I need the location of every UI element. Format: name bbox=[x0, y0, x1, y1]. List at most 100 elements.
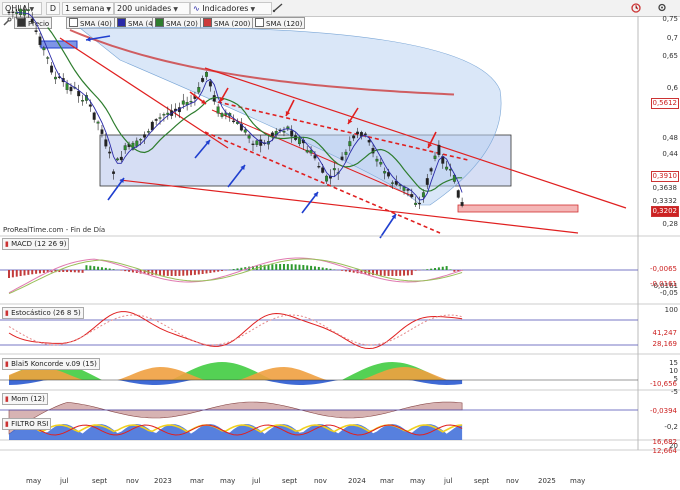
time-axis-label: nov bbox=[126, 477, 139, 485]
candle bbox=[100, 129, 104, 134]
candle bbox=[390, 182, 394, 184]
price-axis-tick: 0,48 bbox=[662, 134, 678, 142]
indicator-panel-label[interactable]: ▮ MACD (12 26 9) bbox=[2, 238, 70, 250]
candle bbox=[290, 130, 294, 137]
candle bbox=[383, 171, 387, 174]
candle bbox=[7, 11, 11, 14]
source-label: ProRealTime.com - Fin de Día bbox=[3, 226, 106, 234]
candle bbox=[375, 158, 379, 162]
time-axis-label: 2023 bbox=[154, 477, 172, 485]
panel-icon: ▮ bbox=[5, 360, 9, 368]
candle bbox=[104, 139, 108, 147]
candle bbox=[216, 106, 220, 114]
time-axis-label: may bbox=[26, 477, 42, 485]
candle bbox=[208, 81, 212, 87]
panel-value-tag: -0,0065 bbox=[649, 265, 677, 273]
panel-name: Estocástico (26 8 5) bbox=[11, 309, 81, 317]
time-axis-label: jul bbox=[444, 477, 453, 485]
candle bbox=[348, 141, 352, 147]
time-axis-label: mar bbox=[190, 477, 204, 485]
time-axis-label: mar bbox=[380, 477, 394, 485]
candle bbox=[42, 47, 46, 51]
candle bbox=[232, 120, 236, 123]
panel-value-tag: -0,0394 bbox=[649, 407, 677, 415]
candle bbox=[54, 76, 57, 80]
candle bbox=[50, 65, 54, 73]
panel-name: Mom (12) bbox=[11, 395, 45, 403]
candle bbox=[406, 189, 410, 191]
candle bbox=[259, 139, 263, 146]
panel-axis-tick: 100 bbox=[664, 306, 678, 314]
time-axis-label: nov bbox=[314, 477, 327, 485]
indicator-panel-label[interactable]: ▮ Estocástico (26 8 5) bbox=[2, 307, 84, 319]
candle bbox=[77, 90, 81, 97]
koncorde-blue-area bbox=[9, 380, 463, 385]
candle bbox=[255, 140, 259, 145]
indicator-panel-label[interactable]: ▮ FILTRO RSI bbox=[2, 418, 52, 430]
main-chart[interactable] bbox=[0, 0, 680, 490]
panel-icon: ▮ bbox=[5, 240, 9, 248]
candle bbox=[201, 78, 205, 82]
candle bbox=[414, 202, 418, 205]
candle bbox=[243, 129, 247, 133]
candle bbox=[456, 190, 460, 198]
candle bbox=[65, 83, 69, 90]
macd-line bbox=[8, 257, 463, 294]
price-axis-tick: 0,7 bbox=[666, 34, 678, 42]
time-axis-label: may bbox=[570, 477, 586, 485]
panel-value-tag: -0,0161 bbox=[649, 280, 677, 288]
candle bbox=[197, 87, 201, 93]
price-axis-tick: 0,44 bbox=[662, 150, 678, 158]
candle bbox=[181, 100, 185, 105]
candle bbox=[123, 145, 127, 151]
candle bbox=[139, 138, 143, 141]
candle bbox=[26, 9, 30, 11]
indicator-panel-label[interactable]: ▮ Mom (12) bbox=[2, 393, 48, 405]
candle bbox=[158, 117, 162, 119]
candle bbox=[220, 113, 224, 117]
candle bbox=[154, 119, 158, 121]
panel-value-tag: 41,247 bbox=[652, 329, 678, 337]
panel-icon: ▮ bbox=[5, 395, 9, 403]
candle bbox=[356, 131, 360, 135]
candle bbox=[146, 131, 150, 133]
price-tag: 0,5612 bbox=[650, 98, 679, 109]
candle bbox=[143, 134, 147, 138]
candle bbox=[69, 86, 73, 92]
price-tag: 0,3910 bbox=[650, 171, 679, 182]
candle bbox=[418, 202, 421, 205]
panel-axis-tick: -0,05 bbox=[659, 289, 678, 297]
time-axis-label: sept bbox=[474, 477, 490, 485]
candle bbox=[166, 112, 170, 115]
candle bbox=[34, 30, 38, 32]
candle bbox=[162, 114, 166, 116]
panel-name: MACD (12 26 9) bbox=[11, 240, 67, 248]
candle bbox=[251, 143, 255, 146]
price-axis-tick: 0,6 bbox=[666, 84, 678, 92]
candle bbox=[30, 18, 34, 23]
indicator-panel-label[interactable]: ▮ Blai5 Koncorde v.09 (15) bbox=[2, 358, 100, 370]
time-axis-label: sept bbox=[92, 477, 108, 485]
candle bbox=[115, 158, 119, 161]
candle bbox=[340, 156, 344, 160]
macd-signal-line bbox=[8, 258, 463, 295]
price-axis-tick: 0,28 bbox=[662, 220, 678, 228]
candle bbox=[410, 194, 414, 198]
panel-axis-tick: 10 bbox=[669, 367, 678, 375]
candle bbox=[429, 168, 433, 172]
time-axis-label: jul bbox=[60, 477, 69, 485]
candle bbox=[135, 140, 139, 147]
candle bbox=[367, 139, 371, 143]
panel-icon: ▮ bbox=[5, 420, 9, 428]
candle bbox=[38, 36, 42, 46]
panel-name: FILTRO RSI bbox=[11, 420, 49, 428]
candle bbox=[321, 167, 325, 173]
candle bbox=[92, 112, 96, 120]
panel-value-tag: -10,656 bbox=[649, 380, 677, 388]
price-axis-tick: 0,75 bbox=[662, 15, 678, 23]
candle bbox=[352, 135, 356, 139]
candle bbox=[270, 132, 274, 137]
time-axis-label: 2025 bbox=[538, 477, 556, 485]
candle bbox=[379, 162, 383, 165]
candle bbox=[363, 133, 367, 135]
